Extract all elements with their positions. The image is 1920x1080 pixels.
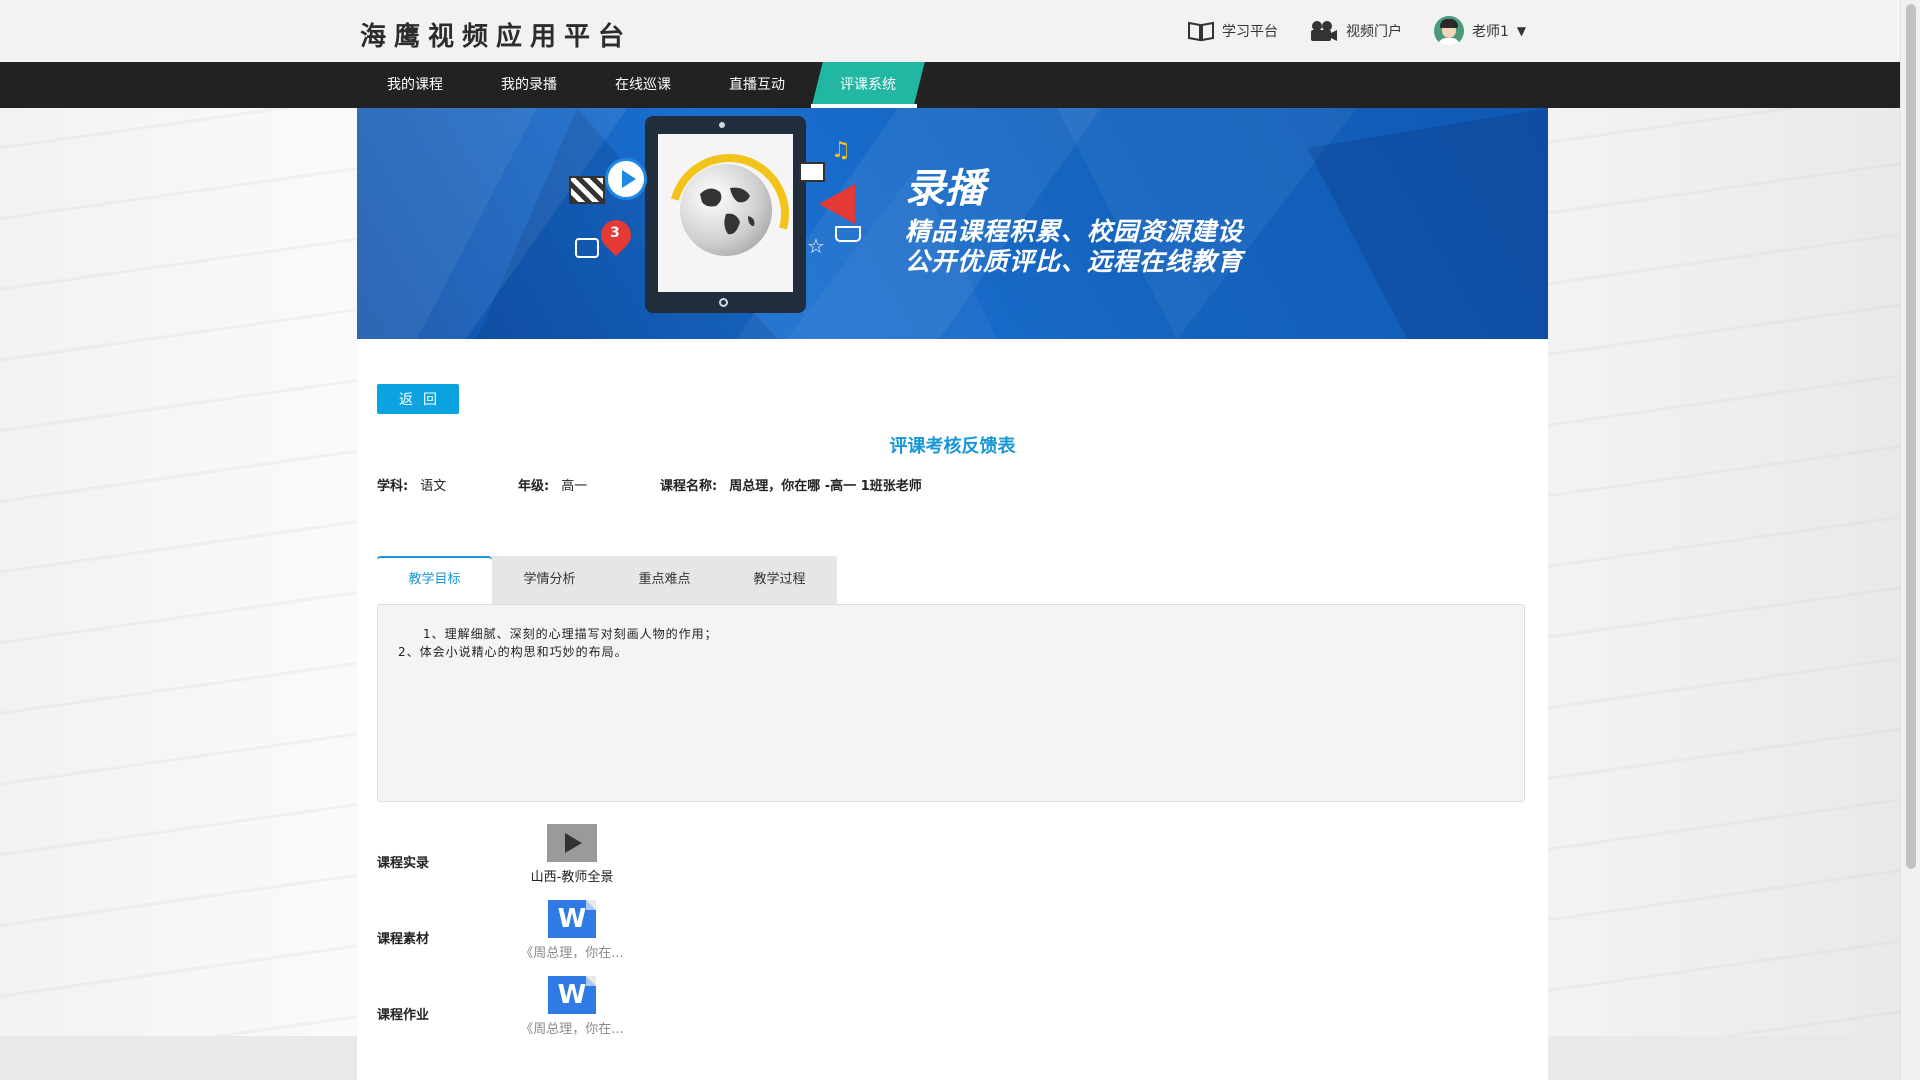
video-camera-icon bbox=[1310, 20, 1338, 42]
nav-online-patrol[interactable]: 在线巡课 bbox=[600, 62, 686, 108]
subject-label: 学科: bbox=[377, 479, 409, 494]
course-name-label: 课程名称: bbox=[660, 479, 718, 494]
main-panel: 返回 评课考核反馈表 学科: 语文 年级: 高一 课程名称: 周总理，你在哪 -高一 … bbox=[357, 339, 1548, 1080]
goal-line-1: 1、理解细腻、深刻的心理描写对刻画人物的作用； bbox=[423, 627, 718, 641]
study-platform-link[interactable]: 学习平台 bbox=[1188, 20, 1278, 42]
video-portal-link[interactable]: 视频门户 bbox=[1310, 20, 1402, 42]
course-homework-caption: 《周总理，你在... bbox=[520, 1022, 624, 1037]
user-menu[interactable]: 老师1 ▼ bbox=[1434, 16, 1526, 46]
avatar bbox=[1434, 16, 1464, 46]
study-platform-label: 学习平台 bbox=[1222, 24, 1278, 40]
tab-key-difficulties[interactable]: 重点难点 bbox=[607, 556, 722, 604]
tab-content-panel: 1、理解细腻、深刻的心理描写对刻画人物的作用； 2、体会小说精心的构思和巧妙的布… bbox=[377, 604, 1525, 802]
tab-teaching-process[interactable]: 教学过程 bbox=[722, 556, 837, 604]
form-title: 评课考核反馈表 bbox=[889, 436, 1016, 457]
music-note-icon: ♫ bbox=[831, 138, 851, 163]
platform-title: 海鹰视频应用平台 bbox=[360, 22, 633, 52]
course-material-label: 课程素材 bbox=[377, 932, 430, 947]
thumbs-up-icon bbox=[575, 238, 599, 258]
nav-course-evaluation[interactable]: 评课系统 bbox=[811, 62, 925, 108]
grade-field: 年级: 高一 bbox=[518, 475, 587, 494]
banner-line-2: 公开优质评比、远程在线教育 bbox=[905, 247, 1244, 276]
video-play-icon bbox=[547, 824, 597, 862]
word-document-icon: W bbox=[548, 900, 596, 938]
video-portal-label: 视频门户 bbox=[1346, 24, 1402, 40]
megaphone-icon bbox=[819, 184, 855, 224]
course-recording-caption: 山西-教师全景 bbox=[530, 870, 614, 885]
course-material-caption: 《周总理，你在... bbox=[520, 946, 624, 961]
caret-down-icon: ▼ bbox=[1516, 24, 1527, 38]
subject-field: 学科: 语文 bbox=[377, 475, 446, 494]
nav-live-interaction[interactable]: 直播互动 bbox=[714, 62, 800, 108]
subject-value: 语文 bbox=[420, 479, 447, 494]
evaluation-tabs: 教学目标 学情分析 重点难点 教学过程 bbox=[377, 556, 837, 604]
main-nav: 我的课程 我的录播 在线巡课 直播互动 评课系统 bbox=[0, 62, 1900, 108]
clapperboard-icon bbox=[569, 176, 605, 204]
banner-heading: 录播 bbox=[905, 166, 985, 212]
tab-learning-analysis[interactable]: 学情分析 bbox=[492, 556, 607, 604]
course-name-field: 课程名称: 周总理，你在哪 -高一 1班张老师 bbox=[660, 475, 922, 494]
nav-course-evaluation-label: 评课系统 bbox=[840, 77, 896, 93]
course-recording-label: 课程实录 bbox=[377, 856, 430, 871]
nav-my-courses[interactable]: 我的课程 bbox=[372, 62, 458, 108]
course-homework-item[interactable]: W 《周总理，你在... bbox=[517, 976, 627, 1037]
goal-line-2: 2、体会小说精心的构思和巧妙的布局。 bbox=[398, 645, 628, 659]
top-header: 海鹰视频应用平台 学习平台 视频门户 老师1 ▼ bbox=[0, 0, 1900, 62]
course-homework-label: 课程作业 bbox=[377, 1008, 430, 1023]
play-bubble-icon bbox=[605, 158, 647, 200]
user-name: 老师1 bbox=[1472, 24, 1509, 40]
word-document-icon: W bbox=[548, 976, 596, 1014]
grade-label: 年级: bbox=[518, 479, 550, 494]
scrollbar-thumb[interactable] bbox=[1906, 4, 1916, 869]
picture-icon bbox=[799, 162, 825, 182]
heart-badge-number: 3 bbox=[610, 225, 620, 241]
grade-value: 高一 bbox=[561, 479, 588, 494]
course-name-value: 周总理，你在哪 -高一 1班张老师 bbox=[729, 479, 922, 494]
course-recording-item[interactable]: 山西-教师全景 bbox=[517, 824, 627, 885]
vertical-scrollbar[interactable] bbox=[1900, 0, 1920, 1080]
book-icon bbox=[1188, 20, 1214, 42]
course-material-item[interactable]: W 《周总理，你在... bbox=[517, 900, 627, 961]
basket-icon bbox=[835, 226, 861, 242]
nav-my-recordings[interactable]: 我的录播 bbox=[486, 62, 572, 108]
tab-teaching-goals[interactable]: 教学目标 bbox=[377, 556, 492, 604]
banner: 3 ♫ ☆ 录播 精品课程积累、校园资源建设 公开优质评比、远程在线教育 bbox=[357, 108, 1548, 339]
star-icon: ☆ bbox=[807, 234, 825, 258]
back-button[interactable]: 返回 bbox=[377, 384, 459, 414]
